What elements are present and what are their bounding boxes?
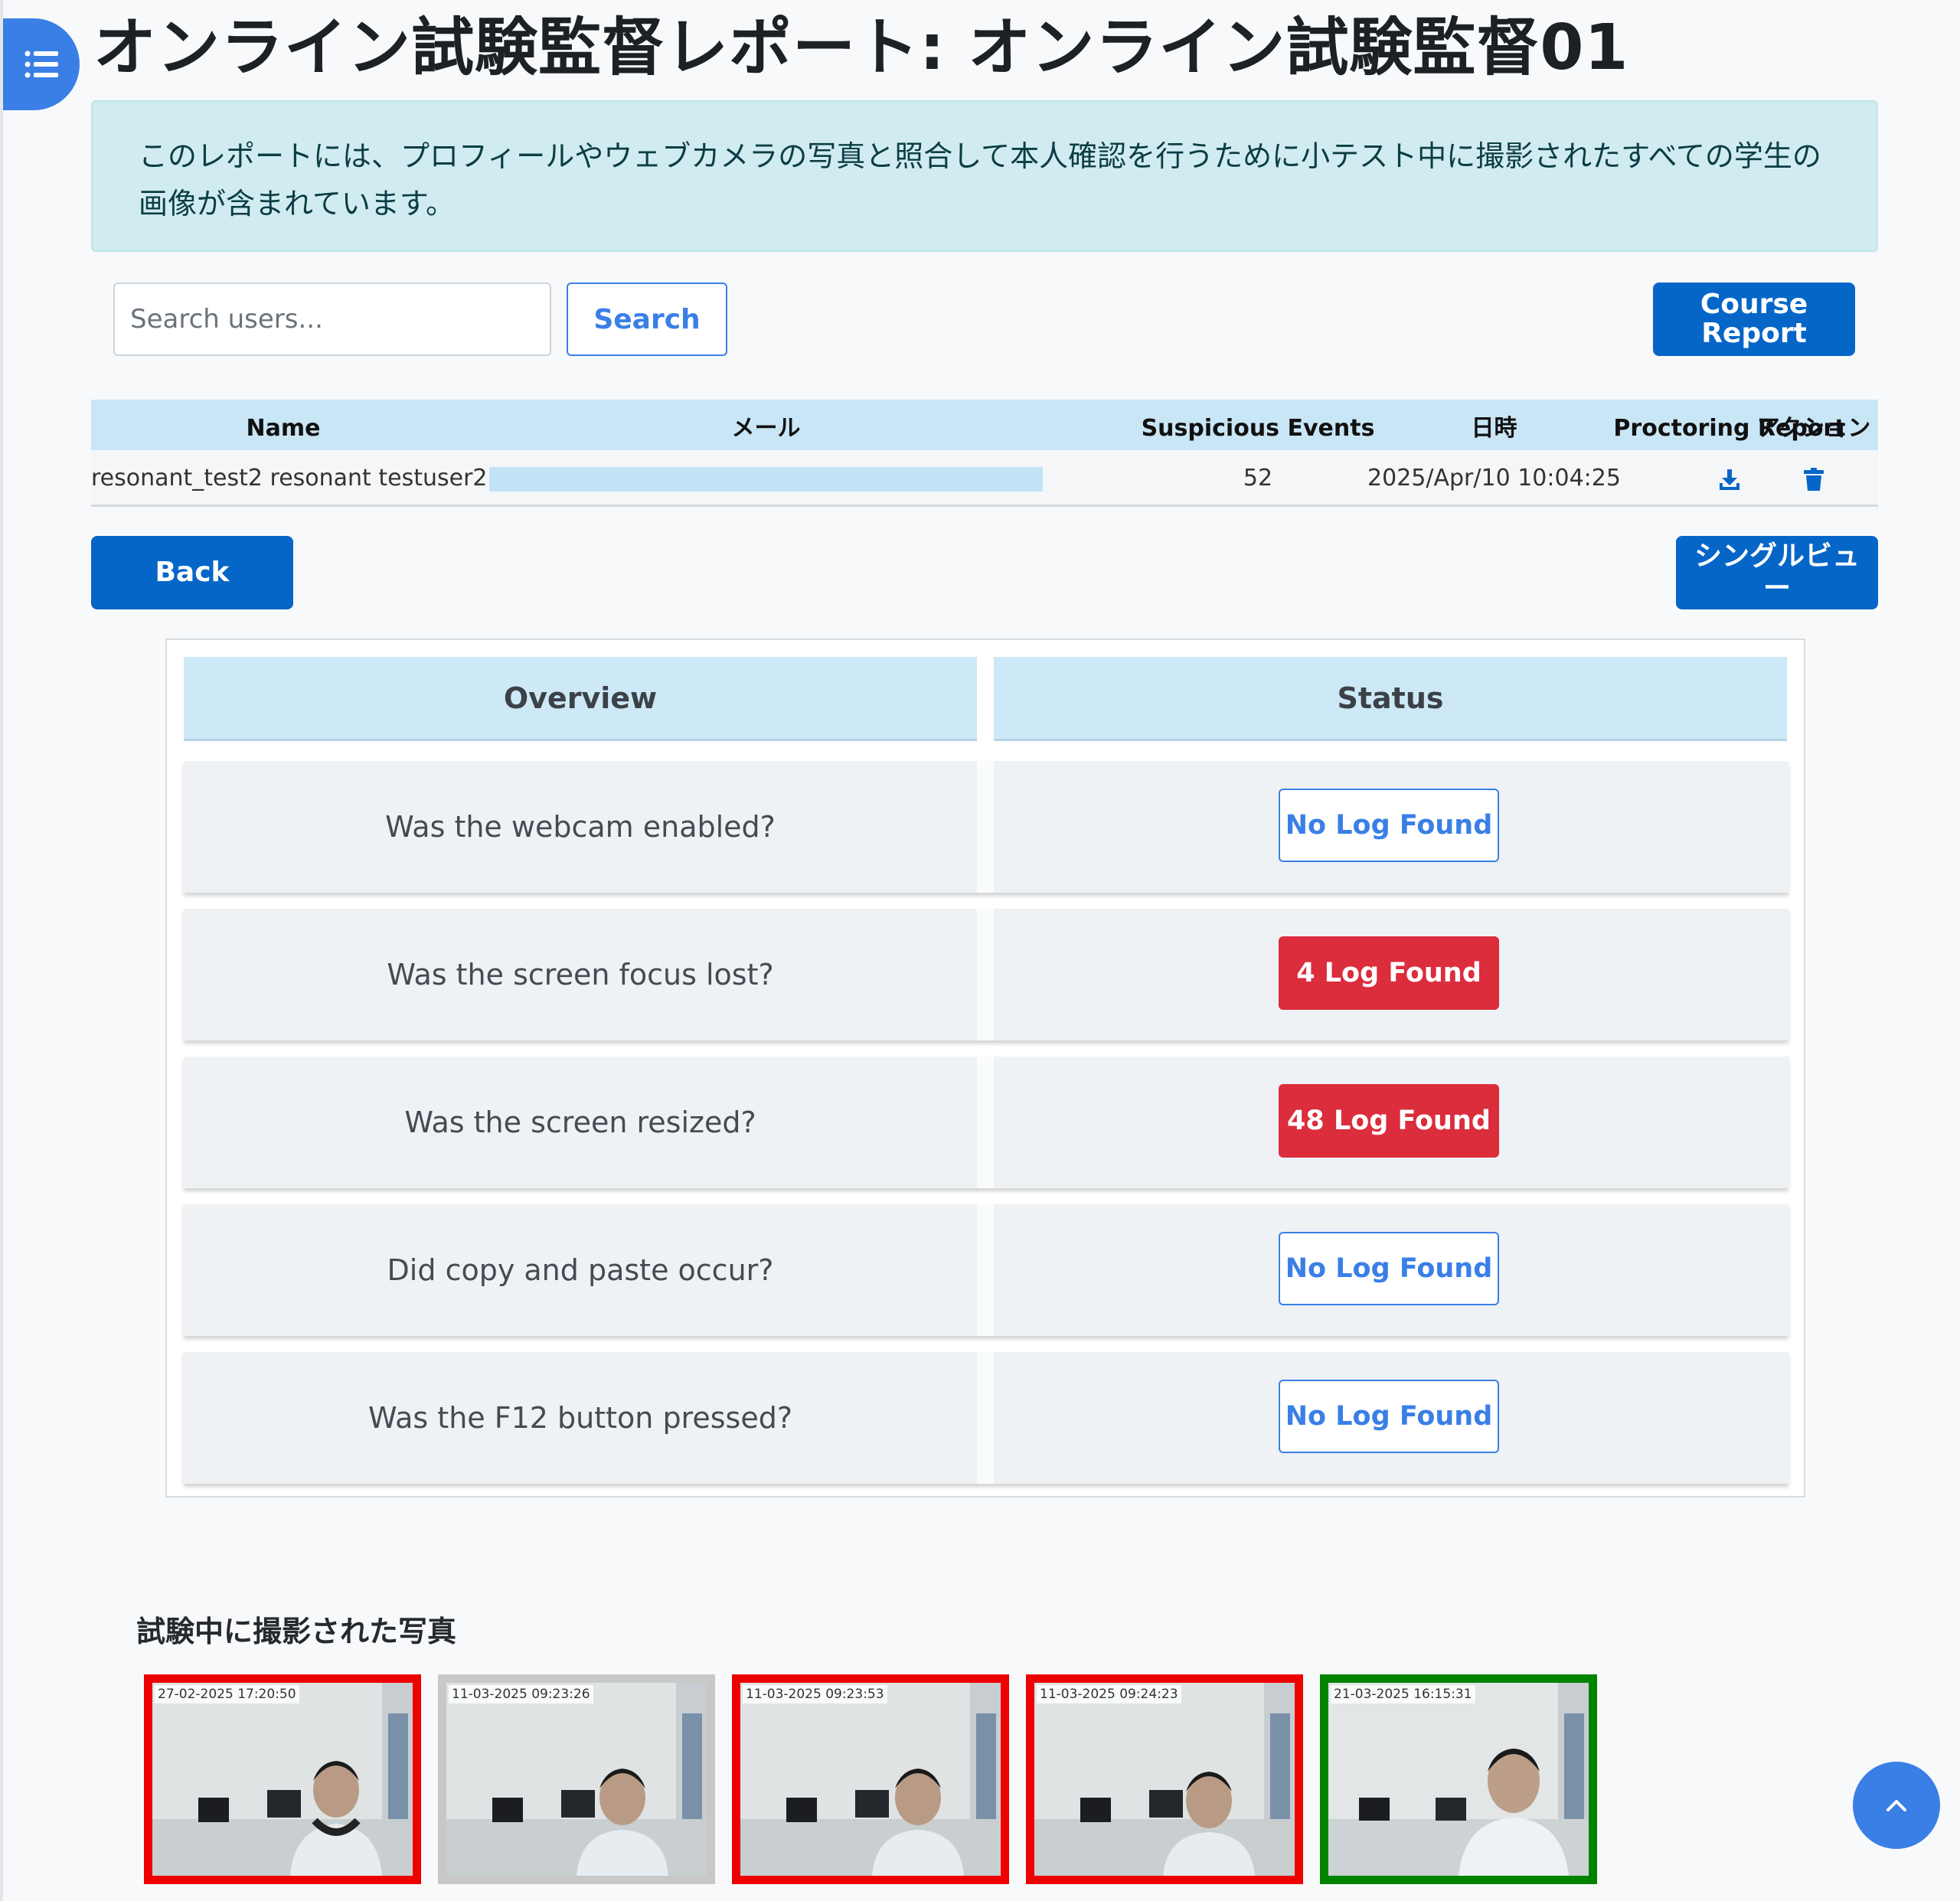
overview-question: Was the screen focus lost? [387,958,774,991]
info-alert-text: このレポートには、プロフィールやウェブカメラの写真と照合して本人確認を行うために… [139,139,1821,220]
course-report-button[interactable]: Course Report [1653,283,1855,356]
overview-question: Was the F12 button pressed? [368,1401,792,1435]
overview-row-resized: Was the screen resized? 48 Log Found [184,1057,1788,1188]
overview-panel: Overview Status Was the webcam enabled? … [165,639,1805,1498]
overview-row-copy-paste: Did copy and paste occur? No Log Found [184,1204,1788,1336]
webcam-photo[interactable]: 11-03-2025 09:23:26 [438,1674,715,1884]
single-view-label: シングルビュー [1694,541,1860,604]
column-header-action: アクション [1756,415,1871,442]
photo-timestamp: 27-02-2025 17:20:50 [155,1685,299,1703]
trash-icon [1804,467,1824,491]
webcam-photo[interactable]: 11-03-2025 09:24:23 [1026,1674,1303,1884]
scroll-to-top-button[interactable] [1853,1762,1940,1849]
list-icon [24,51,58,78]
column-header-email: メール [731,415,801,442]
row-divider [977,909,994,1040]
photo-timestamp: 11-03-2025 09:24:23 [1037,1685,1181,1703]
status-badge[interactable]: 4 Log Found [1279,936,1499,1010]
column-header-name: Name [246,415,321,442]
row-divider [977,1352,994,1484]
back-button[interactable]: Back [91,536,293,609]
drawer-toggle-button[interactable] [3,18,80,110]
page-title: オンライン試験監督レポート: オンライン試験監督01 [93,11,1629,84]
overview-row-focus-lost: Was the screen focus lost? 4 Log Found [184,909,1788,1040]
email-redacted-cell [489,467,1043,492]
overview-question: Was the webcam enabled? [385,810,776,844]
overview-header: Overview [184,657,977,741]
chevron-up-icon [1886,1800,1906,1811]
webcam-snapshot-image [740,1683,1001,1876]
course-report-label: Course Report [1700,289,1808,349]
single-view-button[interactable]: シングルビュー [1676,536,1878,609]
search-button[interactable]: Search [567,283,727,356]
webcam-photo[interactable]: 21-03-2025 16:15:31 [1320,1674,1597,1884]
webcam-photo[interactable]: 27-02-2025 17:20:50 [144,1674,421,1884]
overview-question: Did copy and paste occur? [387,1253,774,1287]
webcam-snapshot-image [446,1683,707,1876]
photo-timestamp: 11-03-2025 09:23:26 [449,1685,593,1703]
user-table: Name メール Suspicious Events 日時 Proctoring… [91,400,1878,507]
webcam-snapshot-image [152,1683,413,1876]
overview-row-f12: Was the F12 button pressed? No Log Found [184,1352,1788,1484]
status-badge[interactable]: 48 Log Found [1279,1084,1499,1158]
status-badge[interactable]: No Log Found [1279,1232,1499,1305]
delete-button[interactable] [1749,450,1878,507]
overview-row-webcam: Was the webcam enabled? No Log Found [184,761,1788,893]
search-input[interactable] [113,283,551,356]
left-edge-strip [0,0,3,1901]
photo-timestamp: 11-03-2025 09:23:53 [743,1685,887,1703]
user-name-cell: resonant_test2 resonant testuser2 [91,465,488,492]
row-divider [977,1057,994,1188]
overview-question: Was the screen resized? [404,1106,756,1139]
row-divider [977,1204,994,1336]
row-divider [977,761,994,893]
status-header: Status [994,657,1787,741]
photos-section-title: 試験中に撮影された写真 [136,1615,457,1648]
webcam-snapshot-image [1328,1683,1589,1876]
download-icon [1720,469,1740,490]
info-alert: このレポートには、プロフィールやウェブカメラの写真と照合して本人確認を行うために… [91,100,1878,252]
status-badge[interactable]: No Log Found [1279,789,1499,862]
status-badge[interactable]: No Log Found [1279,1380,1499,1453]
webcam-photo[interactable]: 11-03-2025 09:23:53 [732,1674,1009,1884]
webcam-snapshot-image [1034,1683,1295,1876]
photo-timestamp: 21-03-2025 16:15:31 [1331,1685,1475,1703]
